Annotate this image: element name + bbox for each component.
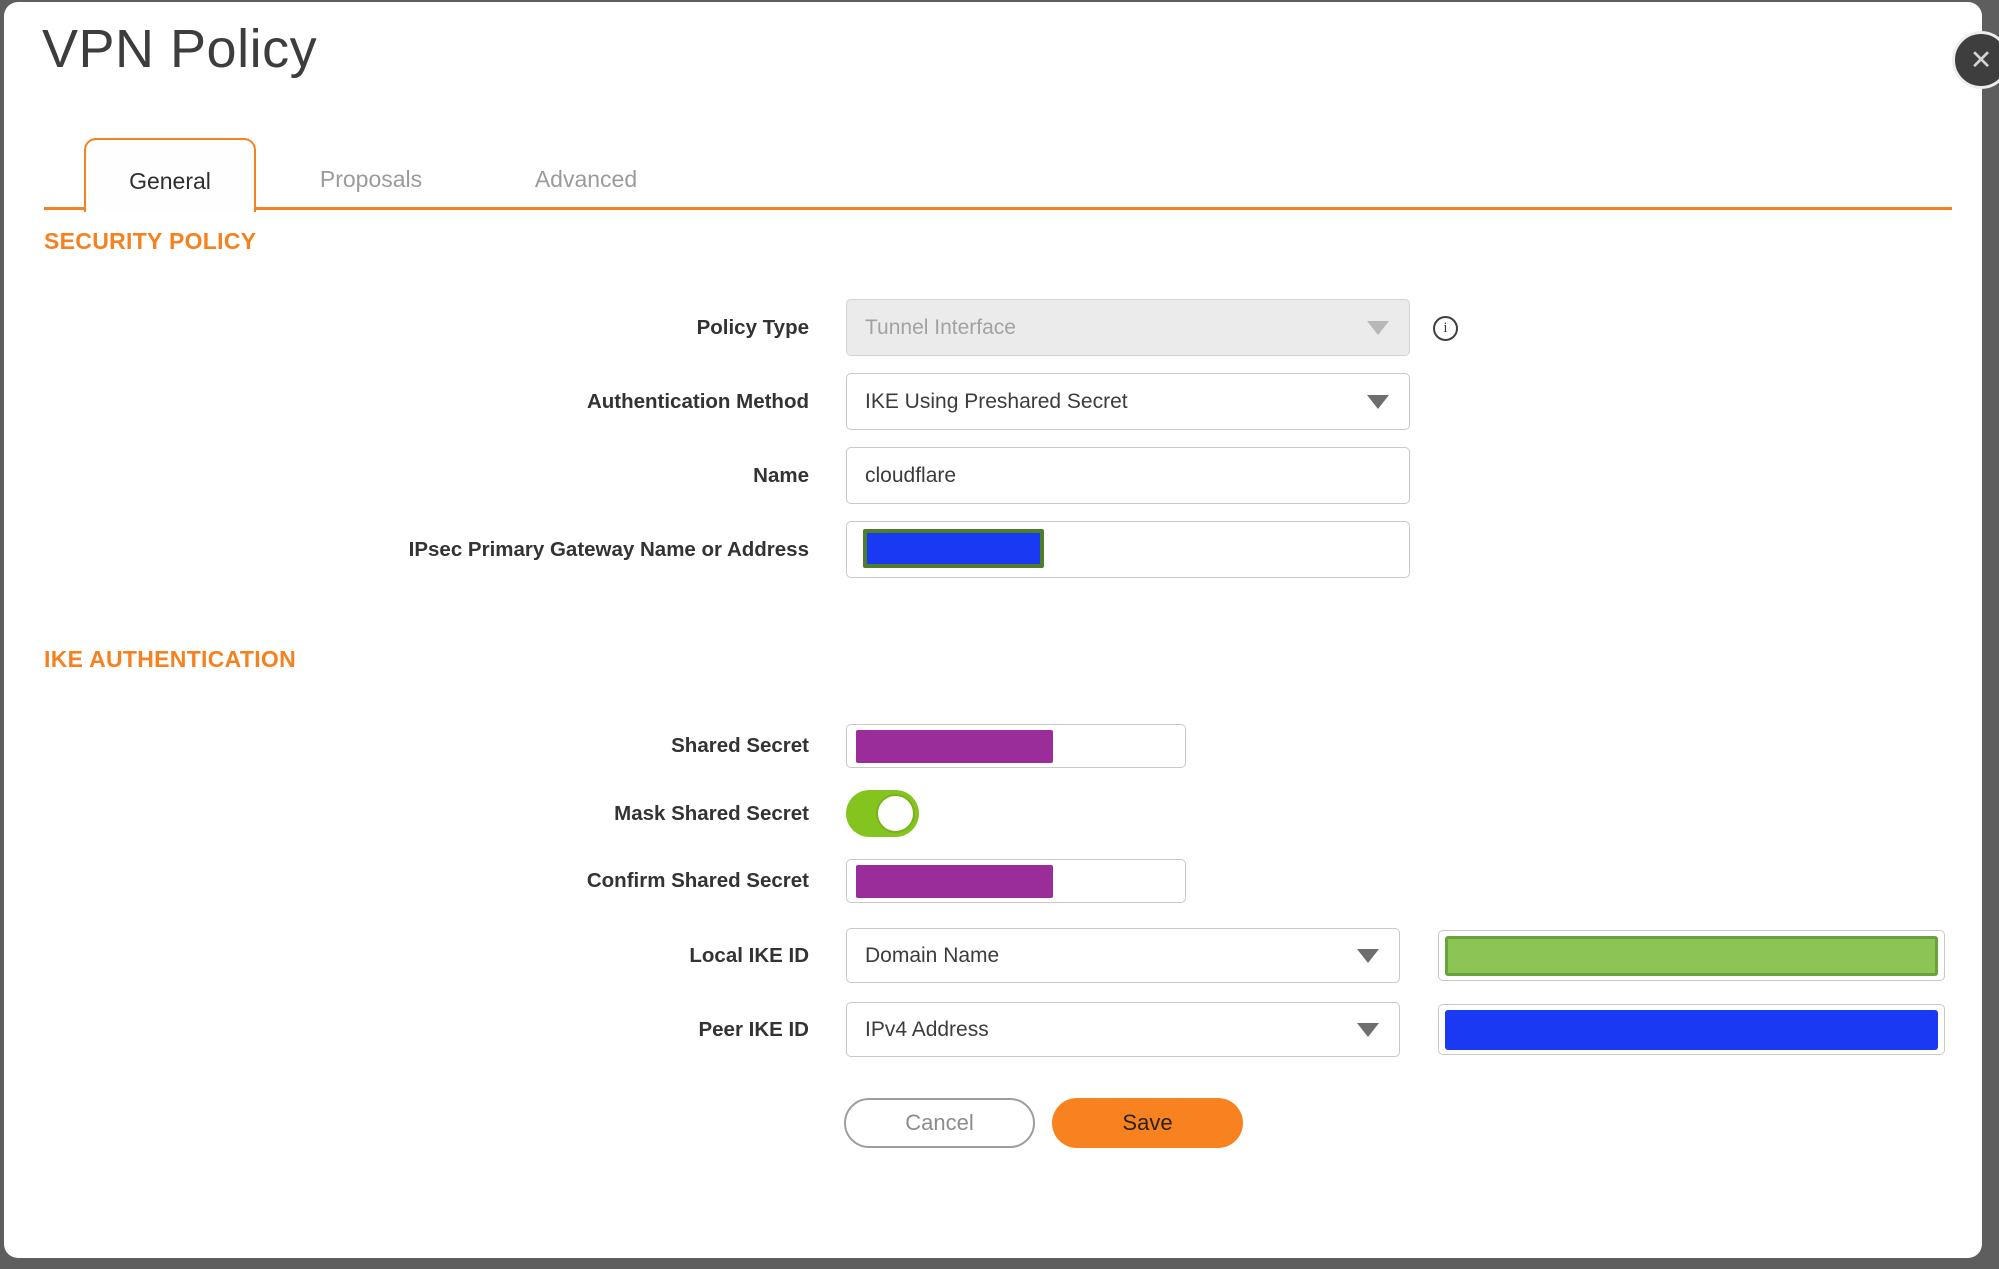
local-ike-id-type-select[interactable]: Domain Name xyxy=(846,928,1400,983)
save-button[interactable]: Save xyxy=(1052,1098,1243,1148)
redacted-gateway-value xyxy=(863,529,1044,568)
tab-general-label: General xyxy=(129,168,211,194)
chevron-down-icon xyxy=(1367,394,1389,409)
redacted-peer-ike-id-value xyxy=(1445,1010,1938,1050)
policy-type-select: Tunnel Interface xyxy=(846,299,1410,356)
info-icon-glyph: i xyxy=(1443,320,1448,336)
confirm-shared-secret-label: Confirm Shared Secret xyxy=(586,869,809,892)
gateway-input[interactable] xyxy=(846,521,1410,578)
toggle-knob xyxy=(876,794,915,833)
tab-proposals-label: Proposals xyxy=(319,166,423,192)
page-title: VPN Policy xyxy=(42,19,318,79)
cancel-button-label: Cancel xyxy=(905,1110,974,1135)
redacted-shared-secret-value xyxy=(856,730,1053,763)
confirm-shared-secret-input[interactable] xyxy=(846,859,1186,903)
peer-ike-id-type-value: IPv4 Address xyxy=(865,1017,989,1041)
info-icon[interactable]: i xyxy=(1433,316,1458,341)
tabs-underline xyxy=(44,207,1952,210)
chevron-down-icon xyxy=(1367,320,1389,335)
peer-ike-id-value-input[interactable] xyxy=(1438,1004,1945,1055)
local-ike-id-type-value: Domain Name xyxy=(865,943,1000,967)
tab-advanced-label: Advanced xyxy=(534,166,638,192)
shared-secret-input[interactable] xyxy=(846,724,1186,768)
authentication-method-select[interactable]: IKE Using Preshared Secret xyxy=(846,373,1410,430)
authentication-method-label: Authentication Method xyxy=(586,389,809,413)
gateway-label: IPsec Primary Gateway Name or Address xyxy=(408,537,809,561)
close-icon: ✕ xyxy=(1969,44,1993,75)
tab-general[interactable]: General xyxy=(84,138,256,212)
redacted-confirm-shared-secret-value xyxy=(856,865,1053,898)
name-input-value: cloudflare xyxy=(865,463,957,487)
chevron-down-icon xyxy=(1357,1022,1379,1037)
policy-type-label: Policy Type xyxy=(696,315,809,339)
policy-type-value: Tunnel Interface xyxy=(865,315,1016,339)
chevron-down-icon xyxy=(1357,948,1379,963)
vpn-policy-dialog: VPN Policy General Proposals Advanced SE… xyxy=(4,2,1982,1258)
save-button-label: Save xyxy=(1122,1110,1173,1135)
tab-proposals[interactable]: Proposals xyxy=(304,138,438,210)
shared-secret-label: Shared Secret xyxy=(671,734,809,757)
authentication-method-value: IKE Using Preshared Secret xyxy=(865,389,1128,413)
section-header-security-policy: SECURITY POLICY xyxy=(44,228,257,254)
name-label: Name xyxy=(753,463,809,487)
screen-backdrop: VPN Policy General Proposals Advanced SE… xyxy=(0,0,1999,1269)
mask-shared-secret-label: Mask Shared Secret xyxy=(614,801,809,825)
redacted-local-ike-id-value xyxy=(1445,936,1938,976)
section-header-ike-authentication: IKE AUTHENTICATION xyxy=(44,646,296,672)
name-input[interactable]: cloudflare xyxy=(846,447,1410,504)
local-ike-id-label: Local IKE ID xyxy=(689,943,809,967)
local-ike-id-value-input[interactable] xyxy=(1438,930,1945,981)
peer-ike-id-label: Peer IKE ID xyxy=(698,1017,809,1041)
peer-ike-id-type-select[interactable]: IPv4 Address xyxy=(846,1002,1400,1057)
tab-advanced[interactable]: Advanced xyxy=(518,138,654,210)
mask-shared-secret-toggle[interactable] xyxy=(846,790,919,837)
cancel-button[interactable]: Cancel xyxy=(844,1098,1035,1148)
